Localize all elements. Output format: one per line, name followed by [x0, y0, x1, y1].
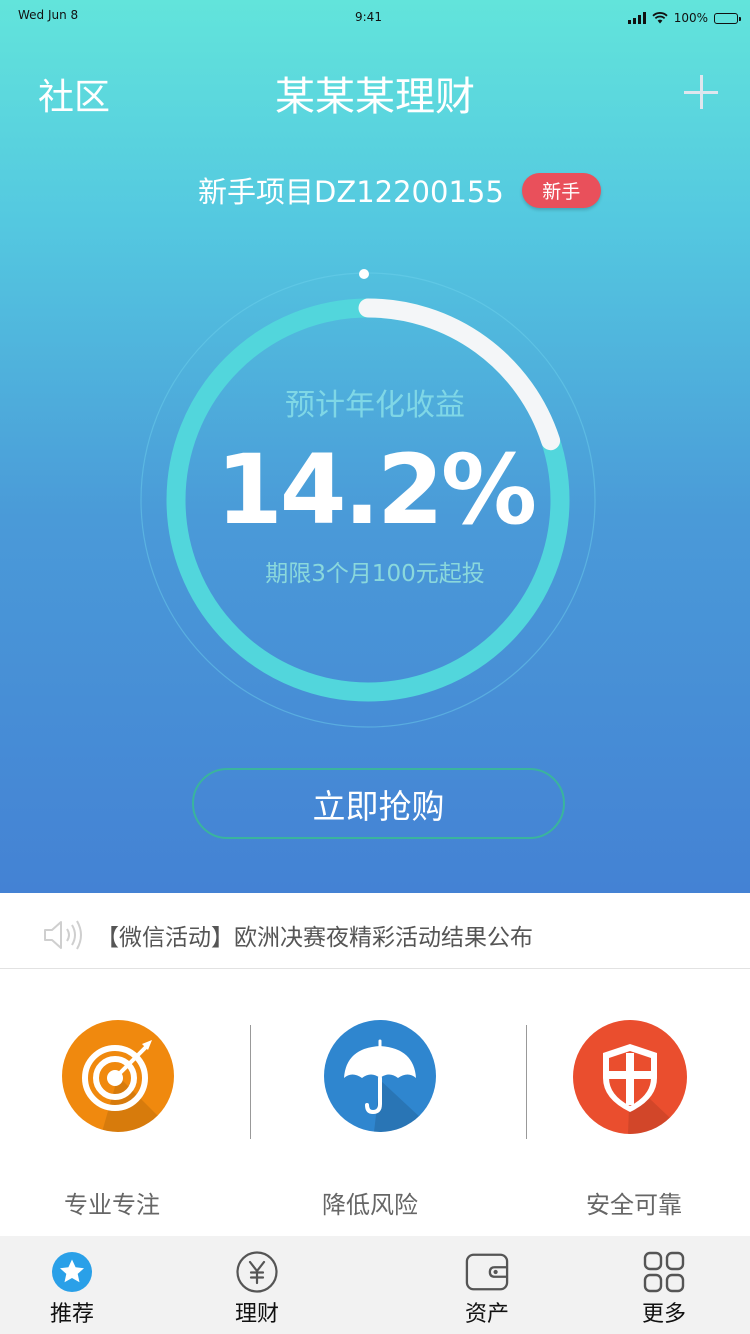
- ring-indicator-dot: [359, 269, 369, 279]
- umbrella-icon: [324, 1020, 436, 1132]
- target-icon: [62, 1020, 174, 1132]
- grid-icon: [642, 1250, 686, 1294]
- feature-label: 降低风险: [322, 1191, 418, 1219]
- tab-label: 推荐: [49, 1302, 94, 1327]
- star-icon: [50, 1250, 94, 1294]
- yield-value: 14.2%: [215, 434, 537, 546]
- tab-more[interactable]: 更多: [604, 1236, 724, 1334]
- yen-icon: [235, 1250, 279, 1294]
- feature-security[interactable]: [510, 1020, 750, 1134]
- feature-risk[interactable]: [260, 1020, 500, 1132]
- tab-label: 资产: [464, 1302, 509, 1327]
- tab-bar: 推荐 理财 资产 更多: [0, 1236, 750, 1334]
- feature-professional[interactable]: [0, 1020, 238, 1132]
- speaker-icon: [44, 920, 82, 950]
- wallet-icon: [465, 1250, 509, 1294]
- feature-label: 专业专注: [64, 1191, 160, 1219]
- yield-label: 预计年化收益: [285, 388, 465, 423]
- divider: [250, 1025, 251, 1139]
- tab-label: 理财: [234, 1302, 279, 1327]
- feature-label: 安全可靠: [586, 1191, 682, 1219]
- tab-finance[interactable]: 理财: [197, 1236, 317, 1334]
- tab-label: 更多: [641, 1302, 686, 1327]
- tab-assets[interactable]: 资产: [427, 1236, 547, 1334]
- term-subtitle: 期限3个月100元起投: [265, 561, 485, 587]
- buy-now-button[interactable]: 立即抢购: [192, 768, 565, 839]
- shield-icon: [573, 1020, 687, 1134]
- hero-banner: Wed Jun 8 9:41 100% 社区 某某某理财 新手项目DZ12200…: [0, 0, 750, 893]
- tab-recommend[interactable]: 推荐: [12, 1236, 132, 1334]
- notice-text[interactable]: 【微信活动】欧洲决赛夜精彩活动结果公布: [96, 918, 533, 952]
